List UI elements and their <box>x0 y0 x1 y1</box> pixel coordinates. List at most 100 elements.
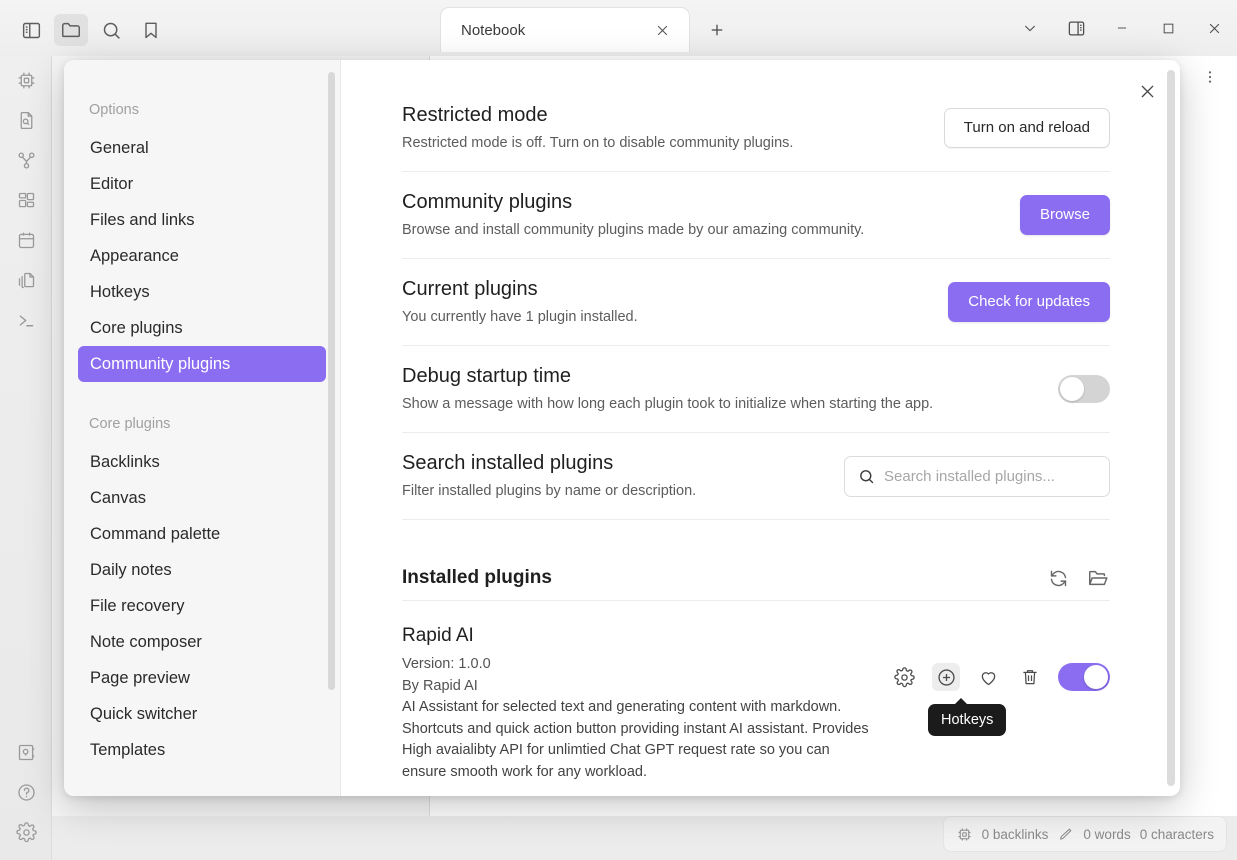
word-count[interactable]: 0 words <box>1083 827 1130 842</box>
sidebar-scrollbar[interactable] <box>328 72 335 690</box>
plugin-author: By Rapid AI <box>402 677 478 694</box>
left-icon-rail <box>0 56 52 860</box>
tab-notebook[interactable]: Notebook <box>440 7 690 52</box>
chip-icon[interactable] <box>956 826 973 843</box>
maximize-button[interactable] <box>1145 0 1191 56</box>
open-folder-icon[interactable] <box>1086 566 1110 590</box>
close-icon[interactable] <box>1132 76 1162 106</box>
settings-gear-icon[interactable] <box>0 812 52 852</box>
character-count[interactable]: 0 characters <box>1140 827 1214 842</box>
search-installed-plugins-input[interactable]: Search installed plugins... <box>844 455 1110 497</box>
graph-icon[interactable] <box>0 140 52 180</box>
obsidian-window: Notebook 0 backlinks 0 words 0 character… <box>0 0 1237 860</box>
toggle-knob <box>1084 665 1108 689</box>
turn-on-and-reload-button[interactable]: Turn on and reload <box>943 108 1110 148</box>
sidebar-item-files-and-links[interactable]: Files and links <box>78 202 326 238</box>
toggle-right-sidebar-icon[interactable] <box>1053 0 1099 56</box>
sidebar-item-hotkeys[interactable]: Hotkeys <box>78 274 326 310</box>
installed-plugins-header: Installed plugins <box>402 520 1110 601</box>
plugin-row-rapid-ai: Rapid AI Version: 1.0.0 By Rapid AI AI A… <box>402 601 1110 783</box>
sidebar-item-appearance[interactable]: Appearance <box>78 238 326 274</box>
minimize-button[interactable] <box>1099 0 1145 56</box>
settings-modal: Options General Editor Files and links A… <box>64 60 1180 796</box>
sidebar-item-editor[interactable]: Editor <box>78 166 326 202</box>
sidebar-item-community-plugins[interactable]: Community plugins <box>78 346 326 382</box>
grid-icon[interactable] <box>0 180 52 220</box>
toggle-knob <box>1060 377 1084 401</box>
hotkeys-tooltip: Hotkeys <box>928 698 1007 736</box>
plus-circle-icon[interactable] <box>932 663 960 691</box>
help-icon[interactable] <box>0 772 52 812</box>
plugin-description: AI Assistant for selected text and gener… <box>402 699 869 780</box>
check-for-updates-button[interactable]: Check for updates <box>948 282 1110 322</box>
community-plugins-text: Community plugins Browse and install com… <box>402 189 864 241</box>
settings-sidebar: Options General Editor Files and links A… <box>64 60 341 796</box>
search-placeholder: Search installed plugins... <box>884 467 1055 485</box>
plugin-name: Rapid AI <box>402 625 474 646</box>
chip-icon[interactable] <box>0 60 52 100</box>
heart-icon[interactable] <box>974 663 1002 691</box>
folder-icon[interactable] <box>54 14 88 46</box>
tab-list-dropdown[interactable] <box>1007 0 1053 56</box>
new-tab-button[interactable] <box>700 13 734 47</box>
search-plugins-desc: Filter installed plugins by name or desc… <box>402 483 697 499</box>
copy-files-icon[interactable] <box>0 260 52 300</box>
plugin-info: Rapid AI Version: 1.0.0 By Rapid AI AI A… <box>402 623 870 783</box>
pencil-icon[interactable] <box>1057 826 1074 843</box>
terminal-icon[interactable] <box>0 300 52 340</box>
file-search-icon[interactable] <box>0 100 52 140</box>
titlebar: Notebook <box>0 0 1237 56</box>
community-plugins-title: Community plugins <box>402 191 573 213</box>
more-options-icon[interactable] <box>1195 62 1225 92</box>
calendar-icon[interactable] <box>0 220 52 260</box>
sidebar-heading-core-plugins: Core plugins <box>89 416 171 432</box>
sidebar-item-quick-switcher[interactable]: Quick switcher <box>78 696 326 732</box>
plugin-actions: Hotkeys <box>890 663 1110 736</box>
sidebar-item-general[interactable]: General <box>78 130 326 166</box>
tab-strip: Notebook <box>440 6 734 52</box>
backlinks-count[interactable]: 0 backlinks <box>982 827 1049 842</box>
search-icon <box>858 468 875 485</box>
refresh-icon[interactable] <box>1046 566 1070 590</box>
browse-button[interactable]: Browse <box>1019 195 1110 235</box>
sidebar-item-page-preview[interactable]: Page preview <box>78 660 326 696</box>
current-plugins-desc: You currently have 1 plugin installed. <box>402 309 638 325</box>
setting-debug-startup-time: Debug startup time Show a message with h… <box>402 346 1110 433</box>
toggle-sidebar-icon[interactable] <box>14 14 48 46</box>
gear-icon[interactable] <box>890 663 918 691</box>
sidebar-item-daily-notes[interactable]: Daily notes <box>78 552 326 588</box>
setting-community-plugins: Community plugins Browse and install com… <box>402 172 1110 259</box>
settings-content: Restricted mode Restricted mode is off. … <box>341 60 1180 796</box>
sidebar-item-command-palette[interactable]: Command palette <box>78 516 326 552</box>
close-icon[interactable] <box>651 19 673 41</box>
search-plugins-title: Search installed plugins <box>402 452 614 474</box>
tab-title: Notebook <box>461 21 526 39</box>
plugin-enable-toggle[interactable] <box>1058 663 1110 691</box>
current-plugins-text: Current plugins You currently have 1 plu… <box>402 276 638 328</box>
plugin-version: Version: 1.0.0 <box>402 656 491 672</box>
sidebar-item-templates[interactable]: Templates <box>78 732 326 768</box>
titlebar-left-icons <box>6 8 430 52</box>
sidebar-item-note-composer[interactable]: Note composer <box>78 624 326 660</box>
search-plugins-text: Search installed plugins Filter installe… <box>402 450 696 502</box>
window-controls <box>1007 0 1237 56</box>
sidebar-heading-options: Options <box>89 102 139 118</box>
trash-icon[interactable] <box>1016 663 1044 691</box>
debug-startup-title: Debug startup time <box>402 365 571 387</box>
sidebar-item-file-recovery[interactable]: File recovery <box>78 588 326 624</box>
bookmark-icon[interactable] <box>134 14 168 46</box>
rail-bottom-group <box>0 732 52 852</box>
search-icon[interactable] <box>94 14 128 46</box>
vault-icon[interactable] <box>0 732 52 772</box>
close-button[interactable] <box>1191 0 1237 56</box>
debug-startup-toggle[interactable] <box>1058 375 1110 403</box>
debug-startup-desc: Show a message with how long each plugin… <box>402 396 934 412</box>
status-bar: 0 backlinks 0 words 0 characters <box>942 816 1227 852</box>
restricted-mode-desc: Restricted mode is off. Turn on to disab… <box>402 135 794 151</box>
sidebar-item-backlinks[interactable]: Backlinks <box>78 444 326 480</box>
installed-plugins-actions <box>1046 566 1110 590</box>
sidebar-item-core-plugins[interactable]: Core plugins <box>78 310 326 346</box>
content-scrollbar[interactable] <box>1167 70 1175 786</box>
sidebar-item-canvas[interactable]: Canvas <box>78 480 326 516</box>
setting-search-installed-plugins: Search installed plugins Filter installe… <box>402 433 1110 520</box>
